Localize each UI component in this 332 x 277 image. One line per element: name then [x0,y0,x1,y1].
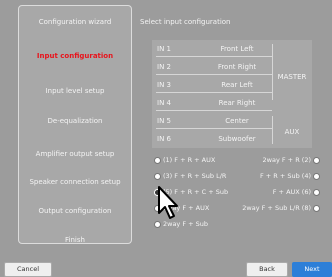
input-channel-table: IN 1 Front Left IN 2 Front Right IN 3 Re… [152,40,312,148]
option-2way-f-sub[interactable]: 2way F + Sub [152,220,208,228]
row-divider [156,74,272,75]
wizard-sidebar: Configuration wizard Input configuration… [18,5,132,244]
table-row: IN 5 Center [152,112,312,129]
channel-name: Front Left [220,45,254,53]
radio-icon[interactable] [154,172,161,180]
group-aux-label: AUX [284,128,300,136]
row-divider [156,110,272,111]
row-divider [156,56,272,57]
mouse-pointer-icon [158,186,178,219]
channel-name: Front Right [217,63,257,71]
radio-icon[interactable] [313,172,320,180]
option-8[interactable]: 2way F + Sub L/R (8) [242,204,322,212]
sidebar-item-input-level-setup[interactable]: Input level setup [19,87,131,95]
option-label: (1) F + R + AUX [163,156,216,164]
group-master-label: MASTER [277,73,307,81]
sidebar-item-configuration-wizard[interactable]: Configuration wizard [19,18,131,26]
option-6[interactable]: F + AUX (6) [273,188,322,196]
radio-icon[interactable] [313,156,320,164]
option-label: (3) F + R + Sub L/R [163,172,227,180]
sidebar-item-de-equalization[interactable]: De-equalization [19,117,131,125]
channel-label: IN 6 [157,135,171,143]
sidebar-item-output-configuration[interactable]: Output configuration [19,207,131,215]
option-label: 2way F + Sub [163,220,209,228]
option-1[interactable]: (1) F + R + AUX [152,156,215,164]
channel-name: Rear Right [218,99,256,107]
channel-label: IN 3 [157,81,171,89]
sidebar-item-speaker-connection-setup[interactable]: Speaker connection setup [19,178,131,186]
group-divider [272,44,273,100]
radio-icon[interactable] [154,156,161,164]
channel-label: IN 5 [157,117,171,125]
channel-label: IN 2 [157,63,171,71]
table-row: IN 4 Rear Right [152,94,312,111]
channel-label: IN 4 [157,99,171,107]
sidebar-item-amplifier-output-setup[interactable]: Amplifier output setup [19,150,131,158]
radio-icon[interactable] [154,220,161,228]
table-row: IN 1 Front Left [152,40,312,57]
option-label: F + AUX (6) [272,188,311,196]
radio-icon[interactable] [313,188,320,196]
channel-name: Subwoofer [218,135,256,143]
option-4[interactable]: F + R + Sub (4) [260,172,322,180]
option-label: F + R + Sub (4) [259,172,311,180]
channel-label: IN 1 [157,45,171,53]
option-3[interactable]: (3) F + R + Sub L/R [152,172,226,180]
channel-name: Center [225,117,249,125]
option-label: 2way F + Sub L/R (8) [242,204,311,212]
row-divider [156,92,272,93]
row-divider [156,128,272,129]
page-title: Select input configuration [140,18,231,26]
sidebar-item-input-configuration[interactable]: Input configuration [19,52,131,60]
channel-name: Rear Left [221,81,253,89]
radio-icon[interactable] [313,204,320,212]
option-2[interactable]: 2way F + R (2) [263,156,322,164]
option-label: 2way F + R (2) [262,156,311,164]
sidebar-item-finish[interactable]: Finish [19,236,131,244]
